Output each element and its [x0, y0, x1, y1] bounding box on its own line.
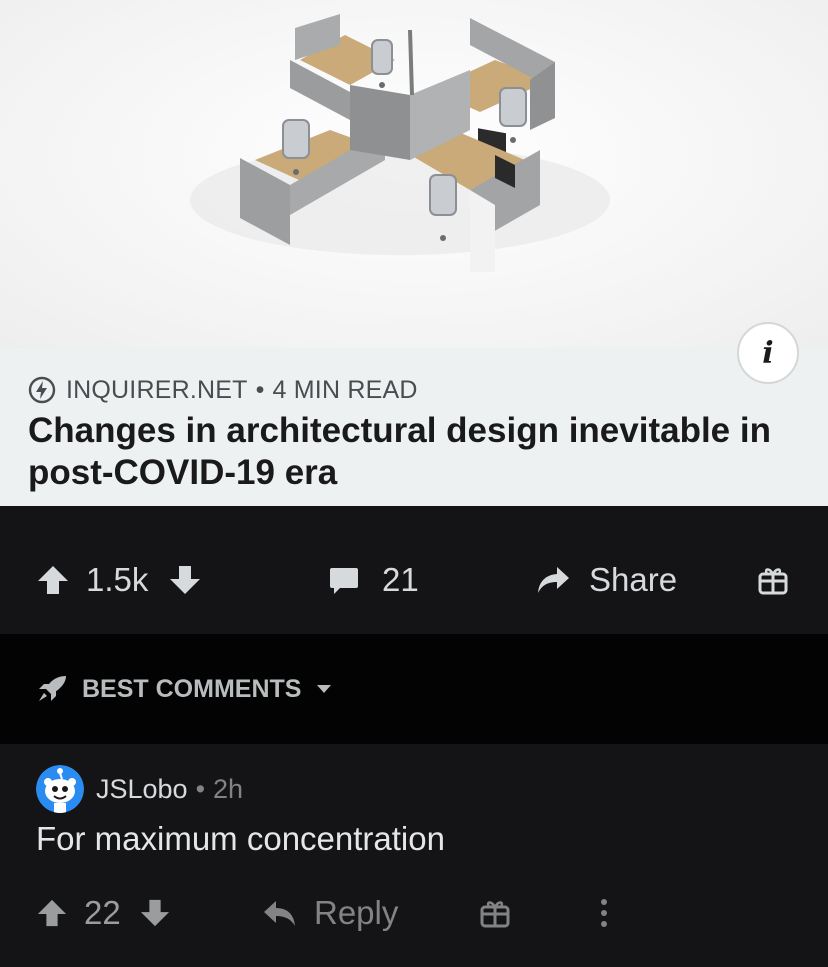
gift-icon — [480, 901, 510, 928]
cubicle-illustration — [190, 14, 610, 272]
snoo-avatar-icon — [36, 765, 84, 813]
more-options-button[interactable] — [596, 872, 612, 954]
comment-body: For maximum concentration — [36, 820, 445, 857]
link-source-row: INQUIRER.NET • 4 MIN READ — [28, 372, 418, 408]
arrow-up-icon[interactable] — [36, 564, 70, 596]
reply-label: Reply — [314, 894, 399, 931]
rocket-icon — [39, 676, 66, 701]
post-vote-group: 1.5k — [36, 526, 202, 634]
award-button[interactable] — [758, 526, 788, 634]
comment: JSLobo • 2h For maximum concentration 22… — [0, 744, 828, 967]
comment-age: 2h — [213, 773, 244, 804]
post-score: 1.5k — [86, 561, 149, 598]
comment-count: 21 — [382, 561, 419, 598]
info-button[interactable]: i — [737, 322, 799, 384]
sort-label: BEST COMMENTS — [82, 674, 302, 703]
read-time: 4 MIN READ — [272, 375, 418, 404]
reply-button[interactable]: Reply — [262, 872, 398, 954]
comment-award-button[interactable] — [480, 872, 510, 954]
comment-separator: • — [195, 773, 206, 804]
sort-dropdown[interactable]: BEST COMMENTS — [36, 634, 333, 744]
comment-username[interactable]: JSLobo — [96, 774, 188, 805]
comment-vote-group: 22 — [36, 872, 171, 954]
caret-down-icon — [317, 685, 332, 693]
arrow-down-icon[interactable] — [168, 564, 202, 596]
share-label: Share — [589, 561, 678, 598]
lightning-bolt-icon — [28, 376, 56, 404]
spacer — [0, 506, 828, 526]
link-separator: • — [255, 375, 265, 404]
comment-action-bar: 22 Reply — [0, 872, 828, 954]
info-icon: i — [762, 335, 774, 371]
share-arrow-icon — [538, 567, 569, 593]
share-button[interactable]: Share — [535, 526, 677, 634]
arrow-down-icon[interactable] — [139, 898, 171, 928]
link-domain: INQUIRER.NET — [66, 375, 248, 404]
arrow-up-icon[interactable] — [36, 898, 68, 928]
comment-sort-bar: BEST COMMENTS — [0, 634, 828, 744]
comment-header: JSLobo • 2h — [36, 764, 243, 814]
comment-score: 22 — [84, 894, 121, 931]
avatar[interactable] — [36, 765, 84, 813]
more-vertical-icon — [601, 899, 607, 927]
reply-arrow-icon — [264, 901, 295, 926]
gift-icon — [758, 568, 788, 595]
post-action-bar: 1.5k 21 Share — [0, 526, 828, 634]
speech-bubble-icon — [330, 568, 358, 594]
comments-button[interactable]: 21 — [328, 526, 419, 634]
article-headline[interactable]: Changes in architectural design inevitab… — [28, 410, 798, 494]
article-thumbnail[interactable] — [0, 0, 828, 348]
